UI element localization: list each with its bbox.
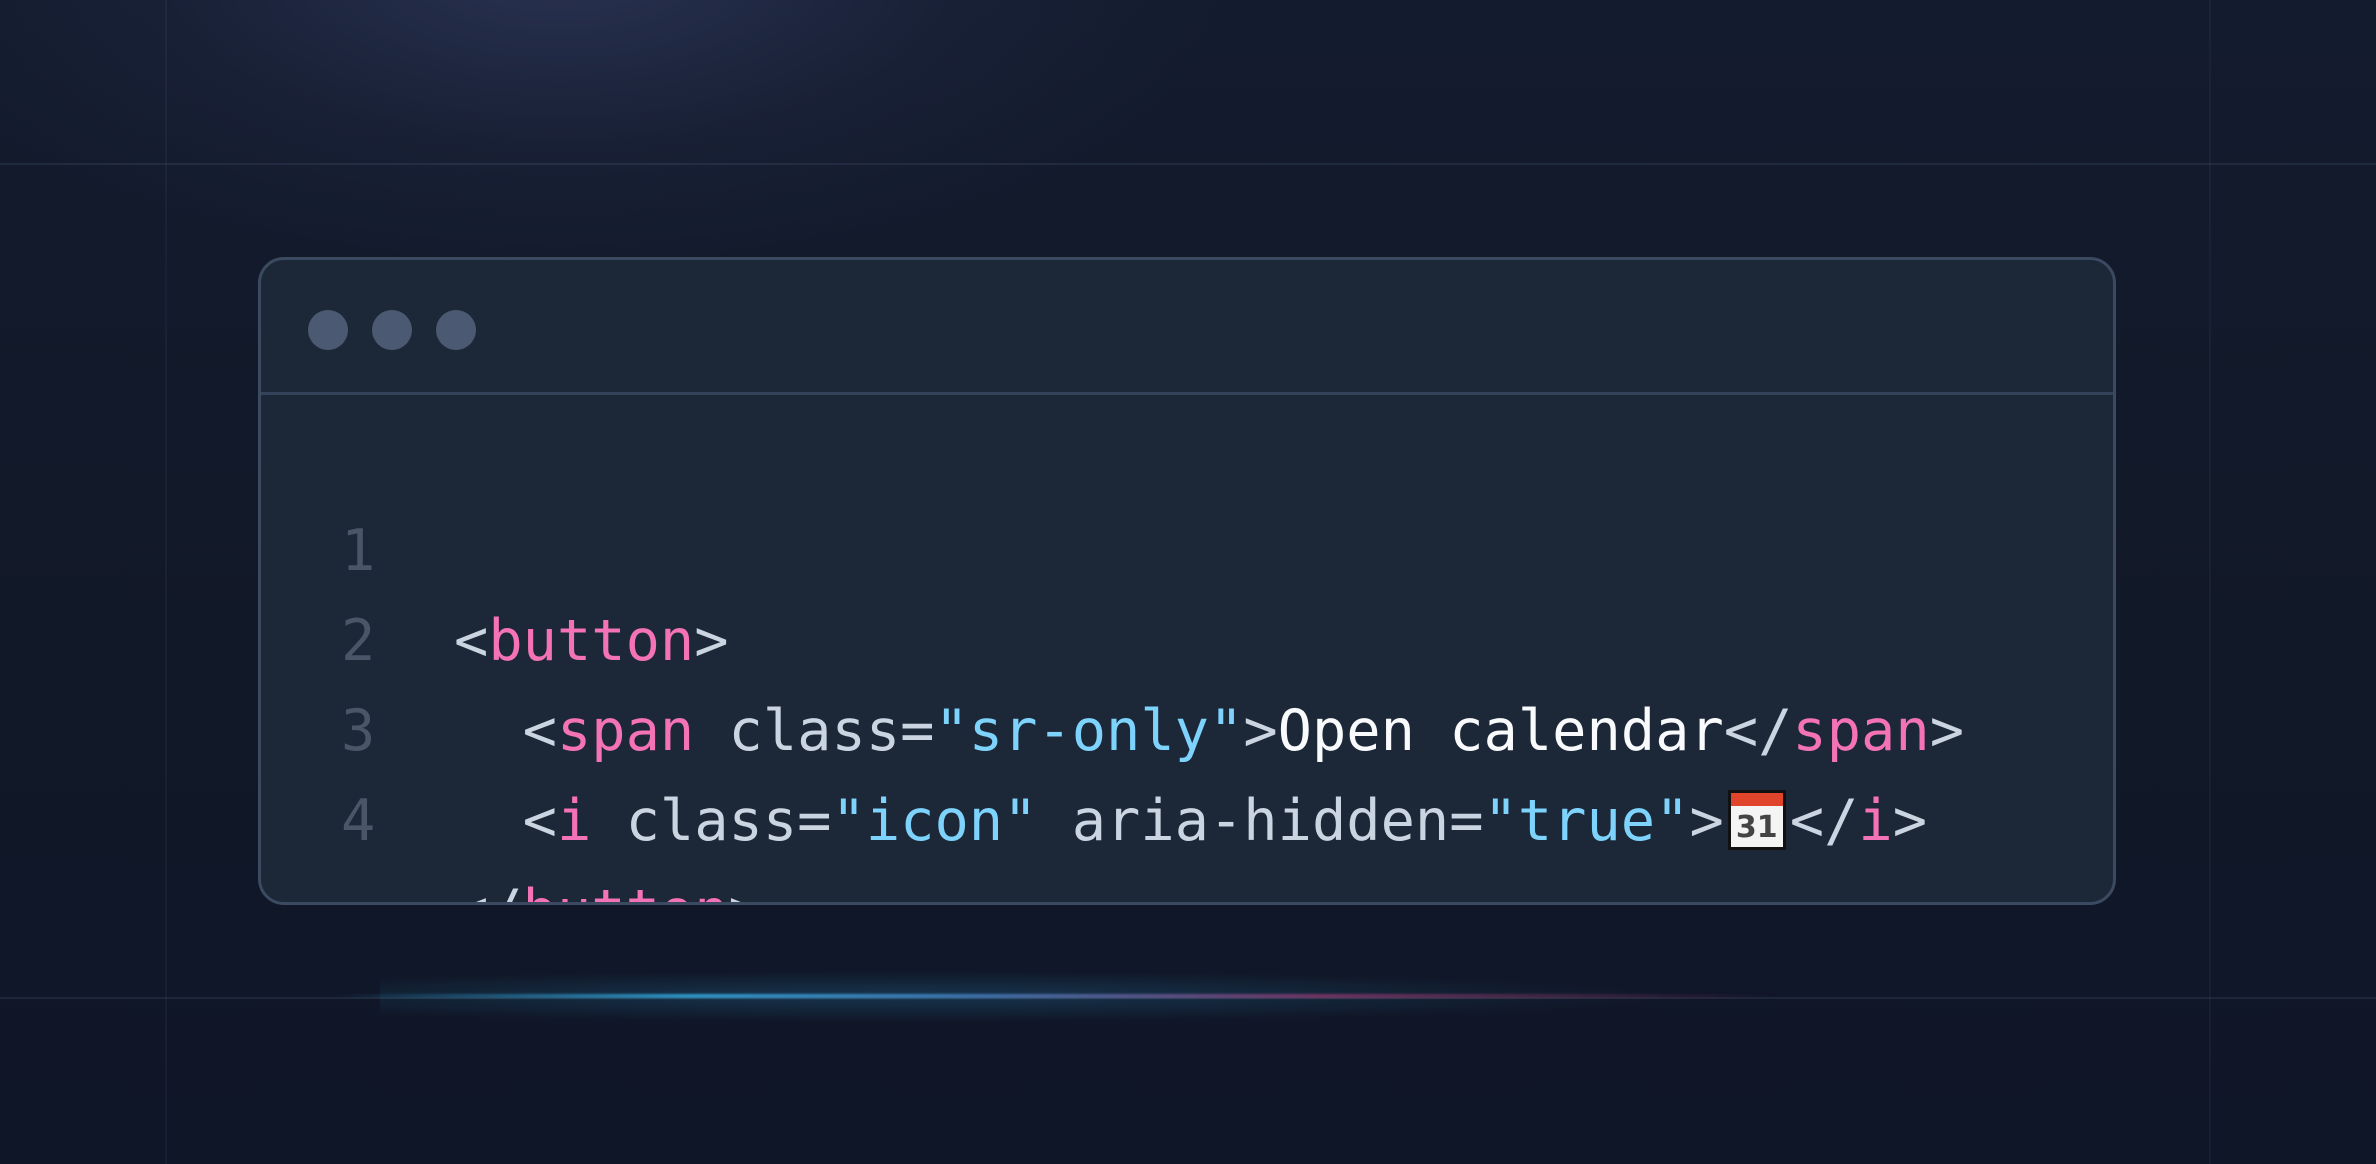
code-token-punct: < <box>454 788 557 854</box>
accent-line <box>330 994 1780 998</box>
guide-line-top <box>0 163 2376 165</box>
window-titlebar <box>261 260 2113 395</box>
code-token-string: "icon" <box>831 788 1038 854</box>
line-number: 4 <box>341 788 376 854</box>
code-token-punct: > <box>1892 788 1928 854</box>
guide-line-right <box>2209 0 2211 1164</box>
code-block: 1 <button> 2 <span class="sr-only">Open … <box>261 416 2113 902</box>
calendar-icon-day: 31 <box>1735 810 1778 845</box>
code-line: 2 <span class="sr-only">Open calendar</s… <box>261 506 2113 764</box>
guide-line-left <box>165 0 167 1164</box>
code-token-string: "true" <box>1483 788 1690 854</box>
code-token-punct: </ <box>1789 788 1859 854</box>
window-dot-3[interactable] <box>436 310 476 350</box>
code-line-source: </button> <box>454 866 763 902</box>
code-token-attribute: aria-hidden= <box>1037 788 1484 854</box>
code-token-tag: button <box>523 878 729 902</box>
code-token-punct: > <box>1689 788 1724 854</box>
code-line: 4 </button> <box>261 686 2113 902</box>
code-token-tag: i <box>1858 788 1893 854</box>
code-token-punct: </ <box>454 878 523 902</box>
code-line-source: <i class="icon" aria-hidden="true"> 31 </i… <box>454 776 1927 866</box>
code-line: 1 <button> <box>261 416 2113 674</box>
window-dot-1[interactable] <box>308 310 348 350</box>
code-token-punct: > <box>729 878 763 902</box>
code-token-tag: i <box>556 788 592 854</box>
window-dot-2[interactable] <box>372 310 412 350</box>
calendar-icon: 31 <box>1727 790 1786 850</box>
calendar-icon-header <box>1730 793 1783 806</box>
code-token-attribute: class= <box>591 788 832 854</box>
code-line: 3 <i class="icon" aria-hidden="true"> 31 <… <box>261 596 2113 854</box>
code-window: 1 <button> 2 <span class="sr-only">Open … <box>258 257 2116 905</box>
